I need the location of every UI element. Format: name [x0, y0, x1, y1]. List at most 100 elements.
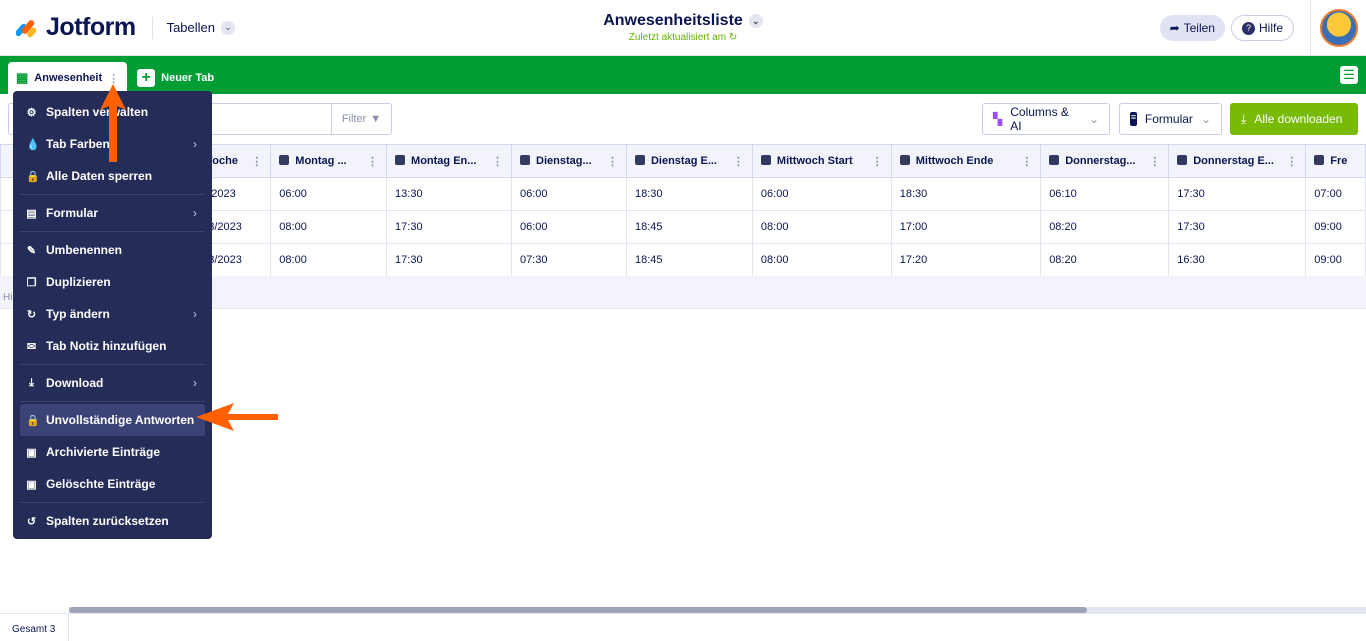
- menu-item[interactable]: ▣ Archivierte Einträge: [20, 436, 205, 468]
- table-cell[interactable]: 07:30: [511, 243, 627, 277]
- table-cell[interactable]: 18:30: [625, 177, 753, 211]
- table-cell[interactable]: 07:00: [1305, 177, 1366, 211]
- column-menu-icon[interactable]: ⋮: [607, 155, 618, 168]
- table-cell[interactable]: 17:30: [1168, 177, 1307, 211]
- page-title[interactable]: Anwesenheitsliste ⌄: [603, 12, 763, 30]
- column-menu-icon[interactable]: ⋮: [872, 155, 883, 168]
- table-grid-icon: ▦: [16, 70, 29, 85]
- column-menu-icon[interactable]: ⋮: [733, 155, 744, 168]
- download-all-button[interactable]: ⤓ Alle downloaden: [1230, 103, 1358, 135]
- chevron-down-icon: ⌄: [221, 20, 235, 35]
- chevron-down-icon: ⌄: [1200, 112, 1211, 126]
- avatar[interactable]: [1319, 9, 1358, 47]
- column-menu-icon[interactable]: ⋮: [367, 155, 378, 168]
- table-cell[interactable]: 17:30: [1168, 210, 1307, 244]
- table-cell[interactable]: 18:45: [625, 243, 753, 277]
- menu-item[interactable]: 🔒 Alle Daten sperren: [20, 160, 205, 192]
- calendar-icon: [395, 154, 406, 165]
- menu-item-label: Download: [46, 376, 104, 390]
- table-cell[interactable]: 13:30: [386, 177, 512, 211]
- table-cell[interactable]: 09:00: [1305, 243, 1366, 277]
- table-cell[interactable]: 17:00: [890, 210, 1042, 244]
- share-button[interactable]: ➦ Teilen: [1159, 15, 1225, 41]
- table-cell[interactable]: 18:30: [890, 177, 1042, 211]
- column-title: Mittwoch Ende: [915, 154, 994, 167]
- column-menu-icon[interactable]: ⋮: [492, 155, 503, 168]
- table-cell[interactable]: 08:00: [270, 243, 388, 277]
- table-cell[interactable]: 06:10: [1040, 177, 1170, 211]
- product-switcher[interactable]: Tabellen ⌄: [167, 20, 235, 35]
- table-cell[interactable]: 08:20: [1040, 210, 1170, 244]
- column-header[interactable]: Montag En... ⋮: [386, 144, 512, 178]
- table-cell[interactable]: 06:00: [511, 210, 627, 244]
- menu-item-label: Tab Notiz hinzufügen: [46, 339, 167, 353]
- menu-divider: [20, 231, 205, 232]
- table-cell[interactable]: 08:00: [751, 210, 892, 244]
- table-cell[interactable]: 17:20: [890, 243, 1042, 277]
- table-cell[interactable]: 17:30: [386, 243, 512, 277]
- menu-item[interactable]: ⤓ Download ›: [20, 367, 205, 399]
- new-tab-button[interactable]: + Neuer Tab: [137, 62, 214, 94]
- column-title: Mittwoch Start: [776, 154, 853, 167]
- form-button[interactable]: ≡ Formular ⌄: [1119, 103, 1222, 135]
- table-cell[interactable]: 08:00: [270, 210, 388, 244]
- table-cell[interactable]: 17:30: [386, 210, 512, 244]
- help-button[interactable]: ? Hilfe: [1230, 15, 1294, 41]
- tab-context-menu: ⚙ Spalten verwalten 💧 Tab Farben › 🔒 Alle Date…: [13, 91, 212, 539]
- column-header[interactable]: Donnerstag... ⋮: [1040, 144, 1170, 178]
- column-title: Dienstag...: [536, 154, 592, 167]
- table-cell[interactable]: 06:00: [270, 177, 388, 211]
- menu-item[interactable]: 💧 Tab Farben ›: [20, 128, 205, 160]
- calendar-icon: [634, 154, 645, 165]
- menu-divider: [20, 364, 205, 365]
- column-title: Fre: [1330, 155, 1348, 167]
- table-cell[interactable]: 08:00: [751, 243, 892, 277]
- filter-button[interactable]: Filter ▼: [331, 104, 391, 134]
- column-header[interactable]: Dienstag E... ⋮: [625, 144, 753, 178]
- table-cell[interactable]: 06:00: [511, 177, 627, 211]
- column-header[interactable]: Fre: [1305, 144, 1366, 178]
- menu-item-icon: ⤓: [29, 376, 34, 389]
- column-header[interactable]: Donnerstag E... ⋮: [1168, 144, 1307, 178]
- title-text: Anwesenheitsliste: [603, 12, 743, 29]
- menu-item-label: Tab Farben: [46, 137, 110, 151]
- menu-divider: [20, 194, 205, 195]
- column-menu-icon[interactable]: ⋮: [251, 155, 262, 168]
- menu-item-icon: 🔒: [26, 170, 40, 183]
- column-header[interactable]: Mittwoch Ende ⋮: [890, 144, 1042, 178]
- column-title: Montag ...: [295, 154, 347, 167]
- table-cell[interactable]: 06:00: [751, 177, 892, 211]
- hamburger-menu-icon[interactable]: ☰: [1340, 66, 1358, 84]
- tab-options-icon[interactable]: ⋮: [108, 72, 119, 85]
- logo-mark-icon: [15, 17, 38, 39]
- table-cell[interactable]: 08:20: [1040, 243, 1170, 277]
- column-header[interactable]: Montag ... ⋮: [270, 144, 388, 178]
- menu-item[interactable]: ↻ Typ ändern ›: [20, 298, 205, 330]
- table-cell[interactable]: 16:30: [1168, 243, 1307, 277]
- jotform-logo[interactable]: Jotform: [15, 13, 136, 42]
- column-menu-icon[interactable]: ⋮: [1149, 155, 1160, 168]
- menu-item[interactable]: ⚙ Spalten verwalten: [20, 96, 205, 128]
- menu-item[interactable]: ↺ Spalten zurücksetzen: [20, 505, 205, 537]
- column-header[interactable]: Mittwoch Start ⋮: [751, 144, 892, 178]
- menu-item[interactable]: ▤ Formular ›: [20, 197, 205, 229]
- table-cell[interactable]: 18:45: [625, 210, 753, 244]
- column-menu-icon[interactable]: ⋮: [1286, 155, 1297, 168]
- chevron-down-icon: ⌄: [748, 14, 763, 28]
- menu-item-label: Alle Daten sperren: [46, 169, 153, 183]
- table-cell[interactable]: 09:00: [1305, 210, 1366, 244]
- menu-item-label: Gelöschte Einträge: [46, 477, 156, 491]
- menu-item[interactable]: ▣ Gelöschte Einträge: [20, 468, 205, 500]
- brand-name: Jotform: [46, 13, 136, 41]
- columns-ai-button[interactable]: ▚ Columns & AI ⌄: [982, 103, 1110, 135]
- column-header[interactable]: Dienstag... ⋮: [511, 144, 627, 178]
- tab-anwesenheit[interactable]: ▦ Anwesenheit ⋮: [8, 62, 128, 94]
- menu-item[interactable]: ✉ Tab Notiz hinzufügen: [20, 330, 205, 362]
- funnel-icon: ▼: [370, 113, 382, 125]
- column-menu-icon[interactable]: ⋮: [1021, 155, 1032, 168]
- share-icon: ➦: [1169, 21, 1180, 35]
- menu-item[interactable]: 🔒 Unvollständige Antworten: [20, 404, 205, 436]
- menu-item[interactable]: ✎ Umbenennen: [20, 234, 205, 266]
- menu-item[interactable]: ❐ Duplizieren: [20, 266, 205, 298]
- help-icon: ?: [1241, 21, 1255, 35]
